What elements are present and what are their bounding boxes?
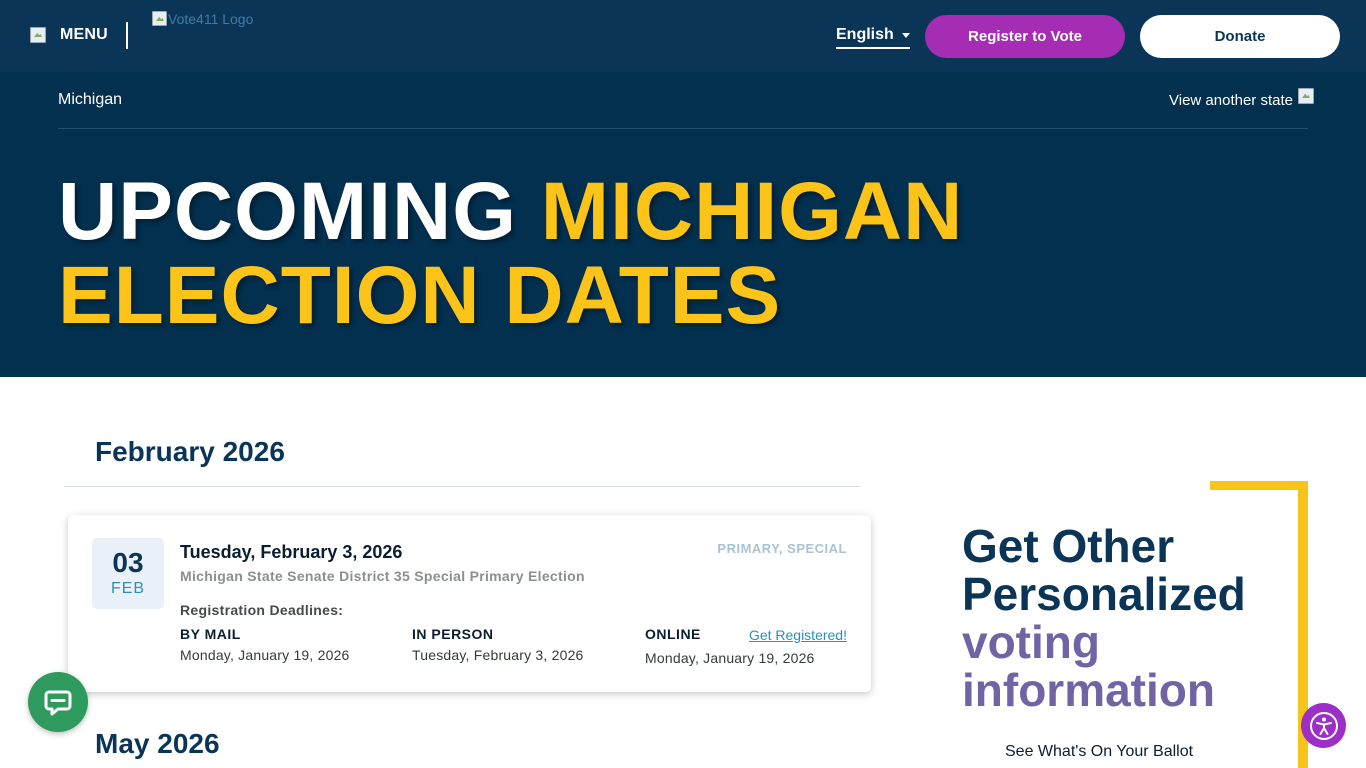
page-title-white: UPCOMING (58, 166, 541, 257)
promo-line-1: Get Other (962, 520, 1175, 572)
view-another-state-label: View another state (1169, 92, 1293, 109)
language-selector[interactable]: English (836, 25, 910, 49)
current-state: Michigan (58, 91, 123, 108)
month-heading: May 2026 (95, 728, 220, 759)
date-badge-month: FEB (110, 580, 146, 597)
register-to-vote-button[interactable]: Register to Vote (925, 15, 1125, 58)
hero-divider (58, 128, 1308, 129)
election-name: Michigan State Senate District 35 Specia… (180, 568, 585, 584)
deadline-in-person-date: Tuesday, February 3, 2026 (412, 647, 584, 663)
logo-alt-text: Vote411 Logo (168, 11, 254, 27)
accessibility-button[interactable] (1301, 703, 1346, 748)
election-full-date: Tuesday, February 3, 2026 (180, 542, 403, 562)
hero-banner: Michigan View another state UPCOMING MIC… (0, 72, 1366, 377)
get-registered-link[interactable]: Get Registered! (749, 627, 847, 643)
language-label: English (836, 25, 894, 43)
deadline-by-mail: BY MAIL Monday, January 19, 2026 (180, 626, 350, 663)
menu-button[interactable]: MENU (30, 24, 108, 46)
date-badge-day: 03 (112, 547, 144, 578)
deadline-online: ONLINE (645, 626, 701, 642)
top-navigation: MENU Vote411 Logo English Register to Vo… (0, 0, 1366, 72)
date-badge: 03 FEB (92, 538, 164, 609)
deadline-in-person-label: IN PERSON (412, 626, 494, 642)
promo-line-4: information (962, 664, 1215, 716)
view-another-state-link[interactable]: View another state (1169, 88, 1314, 109)
logo-broken-image-icon (152, 11, 167, 26)
promo-line-2: Personalized (962, 568, 1246, 620)
promo-frame-top (1210, 481, 1308, 490)
deadline-online-label: ONLINE (645, 626, 701, 642)
deadline-by-mail-label: BY MAIL (180, 626, 241, 642)
vote411-logo[interactable]: Vote411 Logo (152, 11, 253, 27)
state-map-icon (1298, 88, 1314, 104)
donate-button[interactable]: Donate (1140, 15, 1340, 58)
month-divider (64, 486, 860, 487)
see-ballot-link[interactable]: See What's On Your Ballot (1005, 743, 1193, 761)
accessibility-icon (1309, 711, 1338, 740)
month-heading: February 2026 (95, 436, 285, 467)
chat-bubble-icon (44, 690, 72, 716)
election-card: 03 FEB Tuesday, February 3, 2026 PRIMARY… (68, 515, 871, 692)
menu-label: MENU (60, 26, 108, 43)
chat-button[interactable] (28, 672, 88, 732)
page-title: UPCOMING MICHIGAN ELECTION DATES (58, 170, 1058, 338)
deadline-online-date: Monday, January 19, 2026 (645, 650, 815, 666)
caret-down-icon (901, 33, 910, 38)
nav-divider (126, 22, 128, 49)
election-type-tag: PRIMARY, SPECIAL (717, 541, 847, 556)
promo-line-3: voting (962, 616, 1100, 668)
promo-title: Get Other Personalized voting informatio… (962, 522, 1282, 714)
deadline-in-person: IN PERSON Tuesday, February 3, 2026 (412, 626, 584, 663)
deadline-by-mail-date: Monday, January 19, 2026 (180, 647, 350, 663)
menu-icon (30, 27, 46, 43)
registration-deadlines-label: Registration Deadlines: (180, 602, 344, 618)
